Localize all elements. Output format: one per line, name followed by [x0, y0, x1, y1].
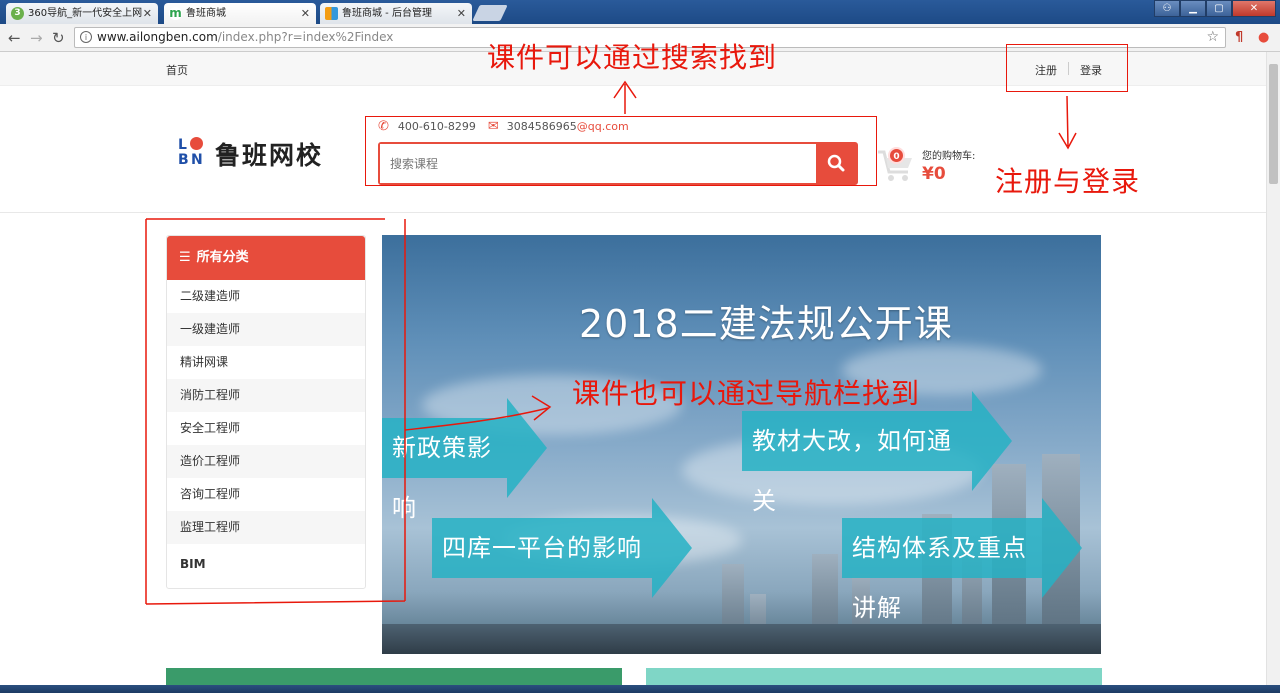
close-icon[interactable]: ✕ [143, 3, 152, 24]
reload-icon[interactable]: ↻ [52, 29, 65, 47]
ground-shape [382, 624, 1101, 654]
close-window-icon[interactable]: ✕ [1232, 0, 1276, 17]
extension-record-icon[interactable]: ● [1258, 30, 1269, 45]
tab-label: 鲁班商城 - 后台管理 [342, 8, 432, 19]
category-item[interactable]: 消防工程师 [167, 379, 365, 412]
cart-amount: ¥0 [922, 164, 946, 184]
bookmark-star-icon[interactable]: ☆ [1206, 28, 1219, 47]
browser-tab-3[interactable]: 鲁班商城 - 后台管理 ✕ [320, 3, 472, 24]
menu-icon: ☰ [179, 250, 191, 265]
url-path: /index.php?r=index%2Findex [217, 30, 394, 44]
m-icon: m [169, 6, 182, 20]
browser-tab-1[interactable]: 3 360导航_新一代安全上网 ✕ [6, 3, 158, 24]
logo-letter: L [178, 137, 187, 153]
annotation-search: 课件可以通过搜索找到 [487, 41, 778, 74]
window-controls: ⚇ ▁ ▢ ✕ [1154, 0, 1276, 17]
annotation-nav: 课件也可以通过导航栏找到 [572, 377, 921, 410]
page-scrollbar[interactable] [1266, 52, 1280, 685]
360-icon: 3 [11, 7, 24, 20]
category-item[interactable]: 二级建造师 [167, 280, 365, 313]
os-taskbar [0, 685, 1280, 693]
banner-arrow-4: 结构体系及重点讲解 [842, 498, 1082, 622]
back-arrow-icon[interactable]: ← [8, 29, 21, 47]
close-icon[interactable]: ✕ [457, 3, 466, 24]
banner-arrow-2: 教材大改，如何通关 [742, 391, 1012, 515]
banner-arrow-1: 新政策影响 [382, 398, 547, 522]
category-item[interactable]: 安全工程师 [167, 412, 365, 445]
annotation-login: 注册与登录 [995, 165, 1141, 198]
info-icon[interactable]: i [80, 31, 92, 43]
tab-label: 鲁班商城 [186, 8, 226, 19]
category-header[interactable]: ☰ 所有分类 [167, 236, 365, 280]
category-item[interactable]: 监理工程师 [167, 511, 365, 544]
banner-title: 2018二建法规公开课 [579, 302, 953, 346]
category-sidebar: ☰ 所有分类 二级建造师 一级建造师 精讲网课 消防工程师 安全工程师 造价工程师… [166, 235, 366, 589]
logo-icon[interactable]: L B N [178, 137, 206, 168]
cart-count-badge: 0 [888, 147, 905, 164]
close-icon[interactable]: ✕ [301, 3, 310, 24]
banner-arrow-3: 四库一平台的影响 [432, 498, 692, 598]
extension-icon[interactable]: ¶ [1235, 30, 1243, 45]
cart-label: 您的购物车: [922, 151, 976, 162]
browser-tab-bar: 3 360导航_新一代安全上网 ✕ m 鲁班商城 ✕ 鲁班商城 - 后台管理 ✕… [0, 0, 1280, 24]
forward-arrow-icon[interactable]: → [30, 29, 43, 47]
scrollbar-thumb[interactable] [1269, 64, 1278, 184]
person-icon[interactable]: ⚇ [1154, 0, 1180, 17]
logo-dot [190, 137, 203, 150]
category-item[interactable]: 一级建造师 [167, 313, 365, 346]
logo-letter: N [191, 152, 203, 168]
logo-text[interactable]: 鲁班网校 [215, 136, 323, 172]
category-item[interactable]: 造价工程师 [167, 445, 365, 478]
tab-label: 360导航_新一代安全上网 [28, 8, 143, 19]
cart-button[interactable]: 0 [876, 144, 916, 184]
logo-letter: B [178, 152, 189, 168]
hero-banner[interactable]: 2018二建法规公开课 新政策影响 教材大改，如何通关 四库一平台的影响 结构体… [382, 235, 1101, 654]
category-item[interactable]: 咨询工程师 [167, 478, 365, 511]
new-tab-button[interactable] [472, 5, 508, 21]
category-item[interactable]: BIM [167, 544, 365, 584]
category-item[interactable]: 精讲网课 [167, 346, 365, 379]
annotation-box-search [365, 116, 877, 186]
category-title: 所有分类 [196, 250, 249, 265]
annotation-box-login [1006, 44, 1128, 92]
minimize-icon[interactable]: ▁ [1180, 0, 1206, 17]
grid-icon [325, 7, 338, 20]
maximize-icon[interactable]: ▢ [1206, 0, 1232, 17]
url-host: www.ailongben.com [97, 30, 218, 44]
home-link[interactable]: 首页 [166, 62, 188, 78]
browser-tab-2[interactable]: m 鲁班商城 ✕ [164, 3, 316, 24]
